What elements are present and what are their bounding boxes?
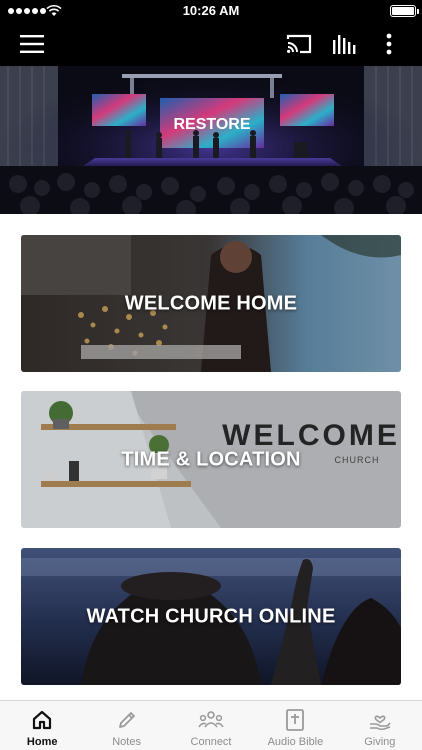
tab-connect[interactable]: Connect [169, 701, 253, 750]
bottom-tab-bar: Home Notes Connect Audio Bible Giving [0, 700, 422, 750]
time-location-card[interactable]: WELCOME CHURCH TIME & LOCATION [21, 391, 401, 528]
audio-button[interactable] [328, 28, 360, 60]
app-screen: 10:26 AM RESTORE WELCOME HOME WELCOME CH… [0, 0, 422, 750]
card-title: WATCH CHURCH ONLINE [86, 605, 336, 627]
home-icon [33, 710, 52, 730]
tab-home[interactable]: Home [0, 701, 84, 750]
welcome-home-card[interactable]: WELCOME HOME [21, 235, 401, 372]
top-nav-bar [0, 22, 422, 66]
status-bar: 10:26 AM [0, 0, 422, 22]
people-icon [198, 711, 224, 728]
tab-audio-bible[interactable]: Audio Bible [253, 701, 337, 750]
hamburger-menu-button[interactable] [16, 28, 48, 60]
tab-label: Notes [112, 736, 141, 748]
watch-online-card[interactable]: WATCH CHURCH ONLINE [21, 548, 401, 685]
tab-label: Audio Bible [267, 736, 324, 748]
bible-icon [286, 709, 305, 731]
hero-screen-title: RESTORE [173, 116, 250, 133]
cast-icon [286, 34, 312, 54]
more-options-button[interactable] [373, 28, 405, 60]
card-title: TIME & LOCATION [121, 448, 301, 470]
tab-label: Home [26, 736, 58, 748]
giving-hand-icon [369, 715, 391, 731]
pencil-icon [118, 712, 135, 728]
audio-bars-icon [333, 35, 356, 54]
battery-icon [390, 5, 419, 17]
tab-giving[interactable]: Giving [338, 701, 422, 750]
status-time: 10:26 AM [182, 3, 240, 18]
tab-label: Connect [190, 736, 232, 748]
tab-notes[interactable]: Notes [84, 701, 168, 750]
cast-button[interactable] [283, 28, 315, 60]
tab-label: Giving [364, 736, 396, 748]
hamburger-menu-icon [20, 35, 44, 53]
hero-stage-image: RESTORE [0, 66, 422, 214]
more-vertical-icon [386, 33, 392, 55]
card-title: WELCOME HOME [124, 292, 298, 314]
